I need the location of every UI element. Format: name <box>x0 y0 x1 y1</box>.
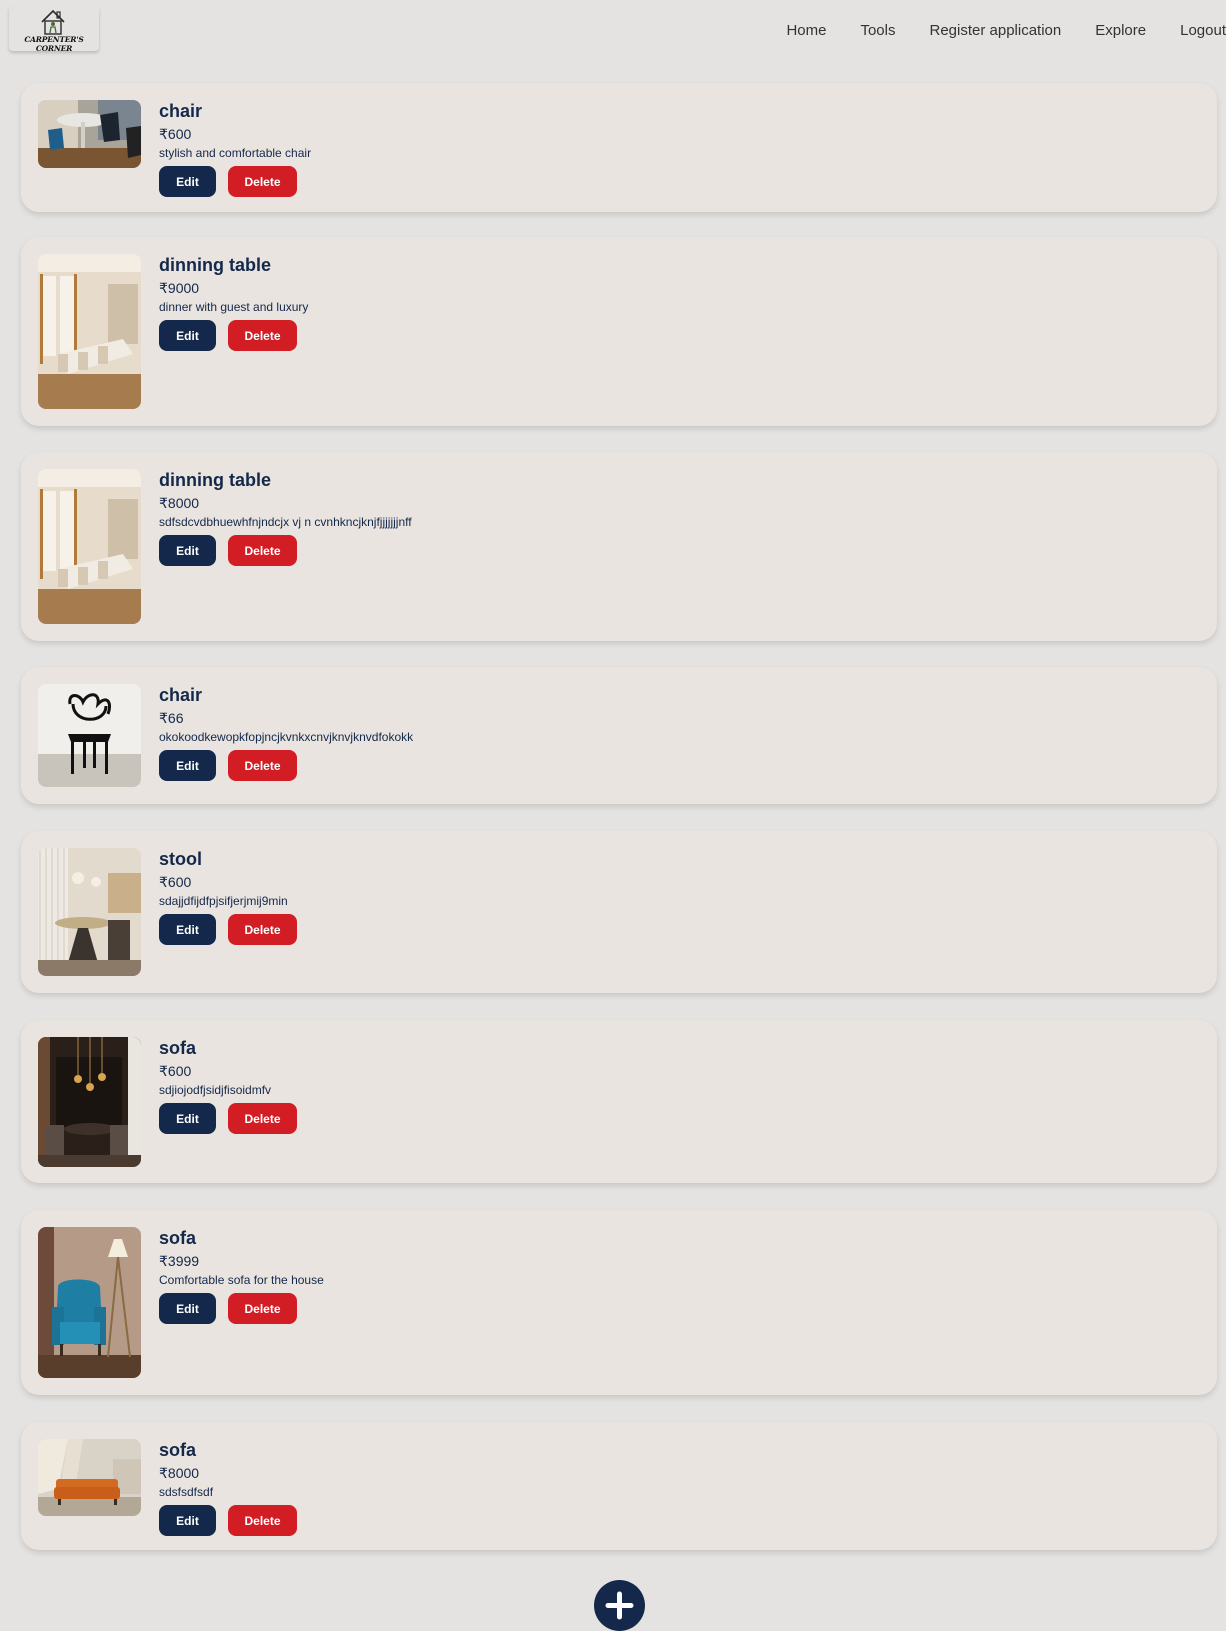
product-info: dinning table ₹9000 dinner with guest an… <box>159 255 308 351</box>
add-product-button[interactable] <box>594 1580 645 1631</box>
edit-button[interactable]: Edit <box>159 320 216 351</box>
brand-logo[interactable]: CARPENTER'S CORNER <box>9 6 99 53</box>
product-card: stool ₹600 sdajjdfijdfpjsifjerjmij9min E… <box>21 831 1217 993</box>
product-image <box>38 848 141 976</box>
product-name: chair <box>159 685 203 705</box>
edit-button[interactable]: Edit <box>159 914 216 945</box>
edit-button[interactable]: Edit <box>159 535 216 566</box>
product-card: chair ₹66 okokoodkewopkfopjncjkvnkxcnvjk… <box>21 667 1217 804</box>
product-image <box>38 469 141 624</box>
edit-button[interactable]: Edit <box>159 166 216 197</box>
product-name: sofa <box>159 1038 197 1058</box>
product-description: okokoodkewopkfopjncjkvnkxcnvjknvjknvdfok… <box>159 730 414 744</box>
house-icon <box>41 9 65 35</box>
navbar: CARPENTER'S CORNER Home Tools Register a… <box>0 0 1226 62</box>
product-info: dinning table ₹8000 sdfsdcvdbhuewhfnjndc… <box>159 470 412 566</box>
product-image <box>38 1037 141 1167</box>
product-description: sdjiojodfjsidjfisoidmfv <box>159 1083 272 1097</box>
delete-button[interactable]: Delete <box>228 535 297 566</box>
product-price: ₹600 <box>159 874 192 890</box>
product-image <box>38 684 141 787</box>
brand-name: CARPENTER'S CORNER <box>24 35 84 53</box>
product-name: sofa <box>159 1228 197 1248</box>
product-description: sdajjdfijdfpjsifjerjmij9min <box>159 894 288 908</box>
product-card: chair ₹600 stylish and comfortable chair… <box>21 83 1217 212</box>
product-card: sofa ₹8000 sdsfsdfsdf Edit Delete <box>21 1422 1217 1550</box>
product-name: sofa <box>159 1440 197 1460</box>
product-info: chair ₹66 okokoodkewopkfopjncjkvnkxcnvjk… <box>159 685 413 781</box>
nav-tools[interactable]: Tools <box>860 22 895 39</box>
edit-button[interactable]: Edit <box>159 1103 216 1134</box>
product-info: sofa ₹8000 sdsfsdfsdf Edit Delete <box>159 1440 297 1536</box>
product-image <box>38 1227 141 1378</box>
product-card: dinning table ₹9000 dinner with guest an… <box>21 237 1217 426</box>
edit-button[interactable]: Edit <box>159 750 216 781</box>
nav-logout[interactable]: Logout <box>1180 22 1226 39</box>
product-description: dinner with guest and luxury <box>159 300 309 314</box>
plus-icon <box>605 1591 634 1620</box>
product-image <box>38 254 141 409</box>
nav-home[interactable]: Home <box>786 22 826 39</box>
nav-explore[interactable]: Explore <box>1095 22 1146 39</box>
product-price: ₹3999 <box>159 1253 200 1269</box>
delete-button[interactable]: Delete <box>228 320 297 351</box>
nav-links: Home Tools Register application Explore … <box>752 22 1226 39</box>
nav-register-application[interactable]: Register application <box>930 22 1062 39</box>
product-price: ₹600 <box>159 1063 192 1079</box>
product-price: ₹600 <box>159 126 192 142</box>
product-info: sofa ₹3999 Comfortable sofa for the hous… <box>159 1228 324 1324</box>
product-card: dinning table ₹8000 sdfsdcvdbhuewhfnjndc… <box>21 452 1217 641</box>
product-image <box>38 100 141 168</box>
product-image <box>38 1439 141 1516</box>
product-info: chair ₹600 stylish and comfortable chair… <box>159 101 311 197</box>
delete-button[interactable]: Delete <box>228 750 297 781</box>
product-description: stylish and comfortable chair <box>159 146 312 160</box>
delete-button[interactable]: Delete <box>228 1103 297 1134</box>
product-description: sdfsdcvdbhuewhfnjndcjx vj n cvnhkncjknjf… <box>159 515 412 529</box>
delete-button[interactable]: Delete <box>228 166 297 197</box>
product-description: Comfortable sofa for the house <box>159 1273 324 1287</box>
product-name: dinning table <box>159 255 271 275</box>
edit-button[interactable]: Edit <box>159 1293 216 1324</box>
product-name: chair <box>159 101 203 121</box>
delete-button[interactable]: Delete <box>228 914 297 945</box>
edit-button[interactable]: Edit <box>159 1505 216 1536</box>
product-card: sofa ₹3999 Comfortable sofa for the hous… <box>21 1210 1217 1395</box>
product-name: dinning table <box>159 470 271 490</box>
product-info: stool ₹600 sdajjdfijdfpjsifjerjmij9min E… <box>159 849 297 945</box>
product-card: sofa ₹600 sdjiojodfjsidjfisoidmfv Edit D… <box>21 1020 1217 1183</box>
delete-button[interactable]: Delete <box>228 1505 297 1536</box>
product-name: stool <box>159 849 202 869</box>
product-price: ₹66 <box>159 710 184 726</box>
product-price: ₹8000 <box>159 1465 200 1481</box>
product-description: sdsfsdfsdf <box>159 1485 214 1499</box>
delete-button[interactable]: Delete <box>228 1293 297 1324</box>
product-info: sofa ₹600 sdjiojodfjsidjfisoidmfv Edit D… <box>159 1038 297 1134</box>
product-price: ₹8000 <box>159 495 200 511</box>
product-price: ₹9000 <box>159 280 200 296</box>
